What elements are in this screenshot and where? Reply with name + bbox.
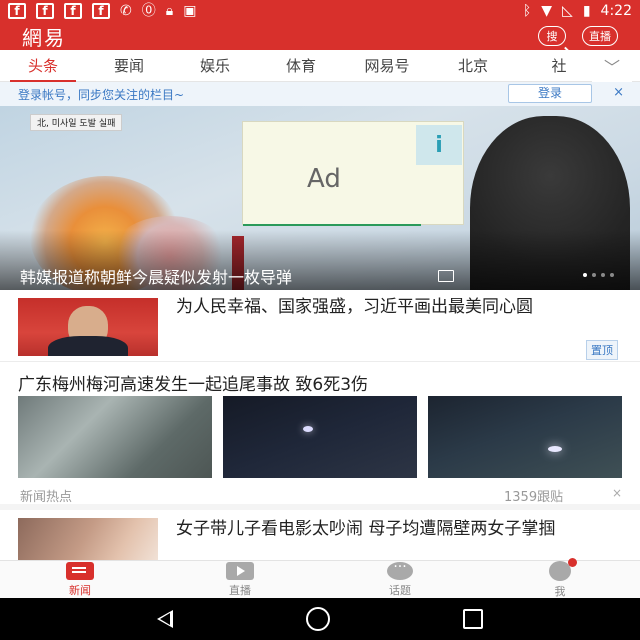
ad-label: Ad (307, 164, 341, 194)
wifi-icon: ▼ (541, 3, 553, 19)
tab-sports[interactable]: 体育 (258, 50, 344, 82)
hero-title[interactable]: 韩媒报道称朝鲜今晨疑似发射一枚导弹 (20, 264, 292, 288)
chevron-down-icon[interactable]: ﹀ (592, 50, 632, 82)
tab-entertainment[interactable]: 娱乐 (172, 50, 258, 82)
nav-label: 新闻 (69, 584, 91, 597)
hero-banner[interactable]: 北, 미사일 도발 실패 Ad i 韩媒报道称朝鲜今晨疑似发射一枚导弹 (0, 106, 640, 290)
home-icon[interactable] (305, 607, 330, 631)
news-title: 为人民幸福、国家强盛，习近平画出最美同心圆 (176, 297, 533, 317)
status-bar: f f f f ✆ ⓪ 🔒︎ ▣ ᛒ ▼ ◺ ▮ 4:22 (0, 0, 640, 22)
bluetooth-icon: ᛒ (522, 3, 532, 19)
missed-call-icon: ✆ (120, 3, 132, 19)
tab-headlines[interactable]: 头条 (0, 50, 86, 82)
carousel-dots (583, 273, 614, 277)
dismiss-icon[interactable]: × (612, 486, 622, 500)
news-item[interactable]: 女子带儿子看电影太吵闹 母子均遭隔壁两女子掌掴 (0, 510, 640, 560)
nav-label: 话题 (389, 584, 411, 597)
nav-topics[interactable]: 话题 (320, 559, 480, 599)
app-logo: 網易 (22, 25, 66, 50)
netease-news-app: f f f f ✆ ⓪ 🔒︎ ▣ ᛒ ▼ ◺ ▮ 4:22 網易 搜 直播 头条… (0, 0, 640, 640)
notification-icons: f f f f ✆ ⓪ 🔒︎ ▣ (8, 3, 196, 19)
hero-caption-tag: 北, 미사일 도발 실패 (30, 114, 123, 131)
ad-overlay[interactable]: Ad i (242, 121, 464, 226)
news-thumbnail (18, 518, 158, 560)
tab-beijing[interactable]: 北京 (430, 50, 516, 82)
search-button[interactable]: 搜 (538, 26, 566, 46)
login-button[interactable]: 登录 (508, 84, 592, 103)
carousel-dot[interactable] (610, 273, 614, 277)
news-item-pinned[interactable]: 为人民幸福、国家强盛，习近平画出最美同心圆 置顶 (0, 290, 640, 362)
comment-count: 1359跟贴 (504, 490, 564, 505)
news-source: 新闻热点 (20, 490, 73, 505)
close-icon[interactable]: × (613, 85, 624, 100)
news-icon (66, 562, 94, 580)
live-icon (226, 562, 254, 580)
news-photo (18, 396, 212, 478)
carousel-dot[interactable] (592, 273, 596, 277)
news-photo (428, 396, 622, 478)
news-title: 广东梅州梅河高速发生一起追尾事故 致6死3伤 (18, 375, 369, 395)
photo-light (303, 426, 313, 432)
tab-netease-accounts[interactable]: 网易号 (344, 50, 430, 82)
image-gallery-icon (438, 270, 454, 282)
carousel-dot[interactable] (583, 273, 587, 277)
topic-icon (387, 559, 413, 580)
photo-light (548, 446, 562, 452)
nav-live[interactable]: 直播 (160, 561, 320, 599)
battery-icon: ▮ (582, 3, 591, 19)
facebook-icon: f (36, 3, 54, 19)
login-prompt: 登录帐号，同步您关注的栏目~ (18, 87, 185, 102)
clock: 4:22 (600, 3, 632, 19)
pinned-badge: 置顶 (586, 340, 618, 360)
system-navigation-bar (0, 598, 640, 640)
news-title: 女子带儿子看电影太吵闹 母子均遭隔壁两女子掌掴 (176, 519, 556, 539)
app-header: 網易 搜 直播 (0, 22, 640, 50)
facebook-icon: f (8, 3, 26, 19)
ad-underline (243, 224, 421, 226)
news-photo (223, 396, 417, 478)
nav-label: 我 (554, 585, 566, 598)
news-item-gallery[interactable]: 广东梅州梅河高速发生一起追尾事故 致6死3伤 新闻热点 1359跟贴 × (0, 362, 640, 510)
header-actions: 搜 直播 (538, 26, 618, 46)
system-status-icons: ᛒ ▼ ◺ ▮ 4:22 (523, 3, 632, 19)
carousel-dot[interactable] (601, 273, 605, 277)
me-icon (549, 558, 577, 581)
nav-news[interactable]: 新闻 (0, 561, 160, 599)
android-icon: ▣ (183, 3, 197, 19)
recent-apps-icon[interactable] (463, 609, 484, 629)
thumbnail-figure (48, 336, 128, 356)
nav-label: 直播 (229, 584, 251, 597)
tab-society[interactable]: 社 (516, 50, 602, 82)
back-icon[interactable] (156, 610, 173, 628)
lock-icon: 🔒︎ (165, 3, 174, 19)
tab-important[interactable]: 要闻 (86, 50, 172, 82)
alert-icon: ⓪ (141, 3, 156, 19)
no-signal-icon: ◺ (562, 3, 573, 19)
nav-me[interactable]: 我 (480, 558, 640, 599)
facebook-icon: f (92, 3, 110, 19)
ad-logo-icon: i (416, 125, 462, 165)
bottom-nav: 新闻 直播 话题 我 (0, 558, 640, 599)
login-banner: 登录帐号，同步您关注的栏目~ 登录 × (0, 82, 640, 106)
news-thumbnail (18, 298, 158, 356)
live-button[interactable]: 直播 (582, 26, 618, 46)
facebook-icon: f (64, 3, 82, 19)
channel-tabs: 头条 要闻 娱乐 体育 网易号 北京 社 ﹀ (0, 50, 640, 82)
